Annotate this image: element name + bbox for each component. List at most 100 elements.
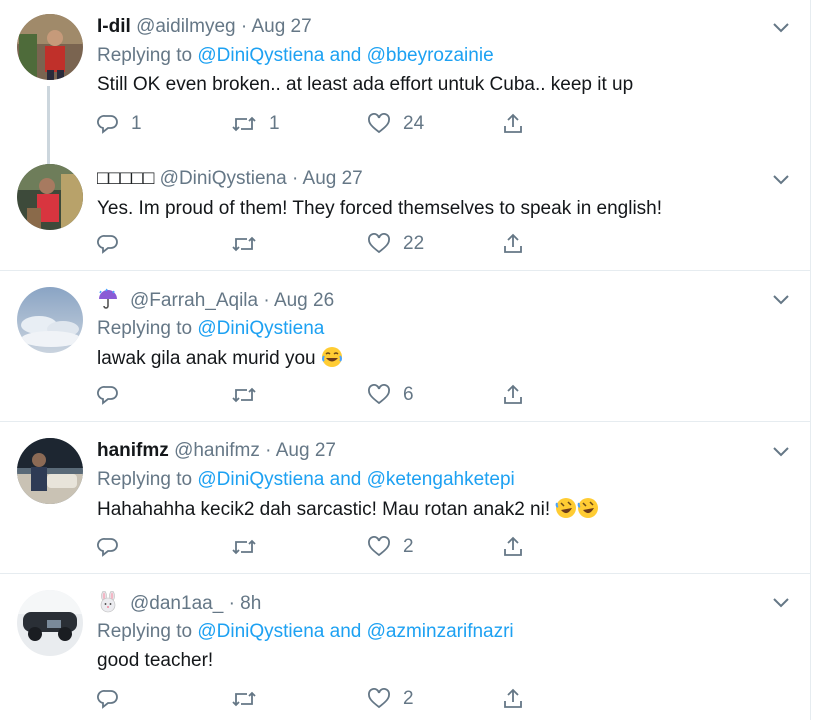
reply-button[interactable]: [97, 381, 119, 409]
share-icon: [504, 113, 522, 133]
share-icon: [504, 233, 522, 253]
reply-count: 1: [131, 113, 142, 134]
mention-link[interactable]: @bbeyrozainie: [367, 45, 494, 66]
reply-button[interactable]: [97, 533, 119, 561]
like-button[interactable]: 2: [367, 685, 414, 713]
tweet-5[interactable]: @dan1aa_ · 8h Replying to @DiniQystiena …: [0, 574, 811, 720]
tweet-actions: 1 1 24: [97, 110, 537, 138]
separator-dot: ·: [265, 440, 272, 461]
replying-prefix: Replying to: [97, 469, 193, 490]
like-count: 22: [403, 233, 425, 254]
like-button[interactable]: 2: [367, 533, 414, 561]
avatar[interactable]: [17, 287, 83, 353]
retweet-icon: [232, 236, 256, 252]
thread-line: [47, 86, 50, 152]
replying-to: Replying to @DiniQystiena and @ketengahk…: [97, 469, 515, 491]
mention-link[interactable]: @DiniQystiena: [197, 318, 324, 339]
rolling-on-floor-laughing-icon: [556, 498, 577, 518]
chevron-down-icon[interactable]: [770, 16, 792, 38]
mention-joiner[interactable]: and: [330, 621, 362, 642]
share-button[interactable]: [501, 110, 525, 138]
chevron-down-icon[interactable]: [770, 440, 792, 462]
like-button[interactable]: 22: [367, 230, 424, 258]
tweet-actions: 2: [97, 533, 537, 561]
replying-prefix: Replying to: [97, 45, 193, 66]
replies-feed: I-dil @aidilmyeg · Aug 27 Replying to @D…: [0, 0, 811, 720]
face-with-tears-of-joy-icon: [321, 347, 342, 367]
timestamp[interactable]: 8h: [240, 593, 261, 614]
reply-button[interactable]: [97, 230, 119, 258]
separator-dot: ·: [263, 290, 270, 311]
mention-link[interactable]: @DiniQystiena: [197, 621, 324, 642]
share-button[interactable]: [501, 230, 525, 258]
tweet-header: hanifmz @hanifmz · Aug 27: [97, 440, 336, 462]
heart-icon: [368, 536, 390, 557]
rabbit-face-icon: [97, 591, 124, 613]
replying-prefix: Replying to: [97, 621, 193, 642]
avatar[interactable]: [17, 590, 83, 656]
tweet-text: Hahahahha kecik2 dah sarcastic! Mau rota…: [97, 497, 599, 521]
share-icon: [504, 688, 522, 708]
display-name[interactable]: I-dil: [97, 16, 131, 37]
separator-dot: ·: [240, 16, 248, 37]
share-button[interactable]: [501, 685, 525, 713]
user-handle[interactable]: @hanifmz: [174, 440, 260, 461]
like-button[interactable]: 24: [367, 110, 424, 138]
separator-dot: ·: [291, 168, 299, 189]
display-name[interactable]: hanifmz: [97, 440, 169, 461]
mention-link[interactable]: @DiniQystiena: [197, 469, 324, 490]
mention-link[interactable]: @DiniQystiena: [197, 45, 324, 66]
avatar[interactable]: [17, 438, 83, 504]
avatar[interactable]: [17, 14, 83, 80]
retweet-icon: [232, 691, 256, 707]
timestamp[interactable]: Aug 27: [251, 16, 311, 37]
retweet-button[interactable]: 1: [231, 110, 280, 138]
retweet-button[interactable]: [231, 381, 257, 409]
mention-joiner[interactable]: and: [330, 45, 362, 66]
timestamp[interactable]: Aug 27: [276, 440, 336, 461]
share-icon: [504, 536, 522, 556]
tweet-header: @dan1aa_ · 8h: [97, 591, 261, 615]
retweet-count: 1: [269, 113, 280, 134]
user-handle[interactable]: @aidilmyeg: [136, 16, 236, 37]
separator-dot: ·: [228, 593, 235, 614]
chevron-down-icon[interactable]: [770, 288, 792, 310]
retweet-button[interactable]: [231, 685, 257, 713]
like-button[interactable]: 6: [367, 381, 414, 409]
heart-icon: [368, 688, 390, 709]
share-button[interactable]: [501, 533, 525, 561]
heart-icon: [368, 384, 390, 405]
rolling-on-floor-laughing-icon: [578, 498, 599, 518]
like-count: 6: [403, 384, 414, 405]
replying-to: Replying to @DiniQystiena and @azminzari…: [97, 621, 514, 643]
reply-button[interactable]: [97, 685, 119, 713]
share-button[interactable]: [501, 381, 525, 409]
tweet-text: lawak gila anak murid you: [97, 346, 343, 370]
tweet-text: good teacher!: [97, 650, 214, 671]
mention-link[interactable]: @azminzarifnazri: [367, 621, 514, 642]
reply-icon: [97, 690, 118, 709]
timestamp[interactable]: Aug 27: [303, 168, 363, 189]
tweet-2[interactable]: □□□□□ @DiniQystiena · Aug 27 Yes. Im pro…: [0, 152, 811, 270]
umbrella-with-rain-icon: [97, 288, 124, 310]
user-handle[interactable]: @Farrah_Aqila: [130, 290, 258, 311]
chevron-down-icon[interactable]: [770, 168, 792, 190]
tweet-4[interactable]: hanifmz @hanifmz · Aug 27 Replying to @D…: [0, 422, 811, 573]
user-handle[interactable]: @dan1aa_: [130, 593, 223, 614]
retweet-icon: [232, 116, 256, 132]
timestamp[interactable]: Aug 26: [274, 290, 334, 311]
user-handle[interactable]: @DiniQystiena: [160, 168, 287, 189]
mention-link[interactable]: @ketengahketepi: [367, 469, 515, 490]
reply-button[interactable]: 1: [97, 110, 142, 138]
mention-joiner[interactable]: and: [330, 469, 362, 490]
chevron-down-icon[interactable]: [770, 591, 792, 613]
display-name[interactable]: □□□□□: [97, 168, 154, 189]
retweet-button[interactable]: [231, 230, 257, 258]
retweet-button[interactable]: [231, 533, 257, 561]
tweet-3[interactable]: @Farrah_Aqila · Aug 26 Replying to @Dini…: [0, 271, 811, 421]
retweet-icon: [232, 539, 256, 555]
reply-icon: [97, 538, 118, 557]
avatar[interactable]: [17, 164, 83, 230]
tweet-header: I-dil @aidilmyeg · Aug 27: [97, 16, 312, 38]
tweet-1[interactable]: I-dil @aidilmyeg · Aug 27 Replying to @D…: [0, 0, 811, 152]
